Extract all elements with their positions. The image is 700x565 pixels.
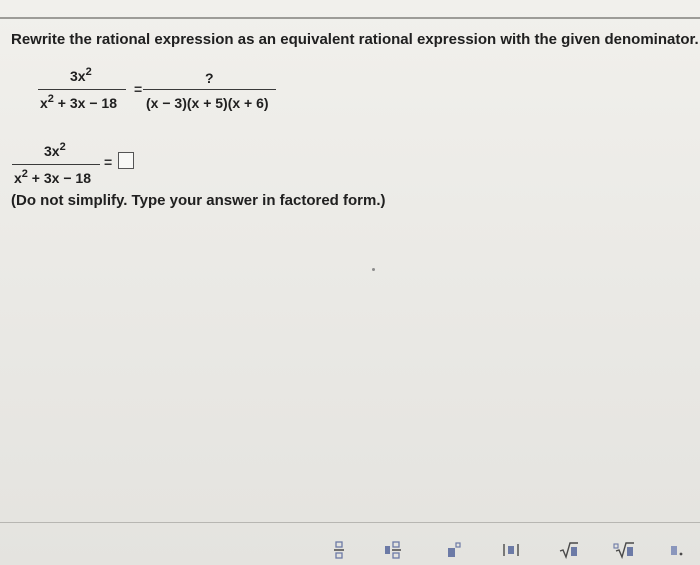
answer-equals-sign: =: [104, 154, 113, 170]
instruction-text: (Do not simplify. Type your answer in fa…: [11, 192, 386, 209]
given-left-numerator: 3x2: [70, 66, 92, 84]
question-text: Rewrite the rational expression as an eq…: [11, 31, 699, 48]
given-right-fraction: ? (x − 3)(x + 5)(x + 6): [143, 62, 278, 114]
answer-denominator: x2 + 3x − 18: [14, 168, 91, 186]
math-toolbar: [325, 540, 695, 560]
given-right-denominator: (x − 3)(x + 5)(x + 6): [146, 95, 269, 111]
given-left-fraction-bar: [38, 89, 126, 90]
mixed-number-icon[interactable]: [379, 540, 407, 560]
absolute-value-icon[interactable]: [497, 540, 525, 560]
given-equals-sign: =: [134, 81, 143, 97]
given-left-fraction: 3x2 x2 + 3x − 18: [38, 62, 128, 114]
top-divider: [0, 17, 700, 19]
stray-dot: [372, 268, 375, 271]
given-right-fraction-bar: [143, 89, 276, 90]
page: Rewrite the rational expression as an eq…: [0, 0, 700, 565]
exponent-icon[interactable]: [440, 540, 468, 560]
answer-fraction: 3x2 x2 + 3x − 18: [12, 137, 102, 189]
answer-fraction-bar: [12, 164, 100, 165]
decimal-icon[interactable]: [663, 540, 691, 560]
answer-input-box[interactable]: [118, 152, 134, 169]
given-right-numerator: ?: [205, 70, 214, 86]
answer-numerator: 3x2: [44, 141, 66, 159]
square-root-icon[interactable]: [555, 540, 583, 560]
nth-root-icon[interactable]: [610, 540, 638, 560]
given-left-denominator: x2 + 3x − 18: [40, 93, 117, 111]
fraction-icon[interactable]: [325, 540, 353, 560]
bottom-divider: [0, 522, 700, 523]
